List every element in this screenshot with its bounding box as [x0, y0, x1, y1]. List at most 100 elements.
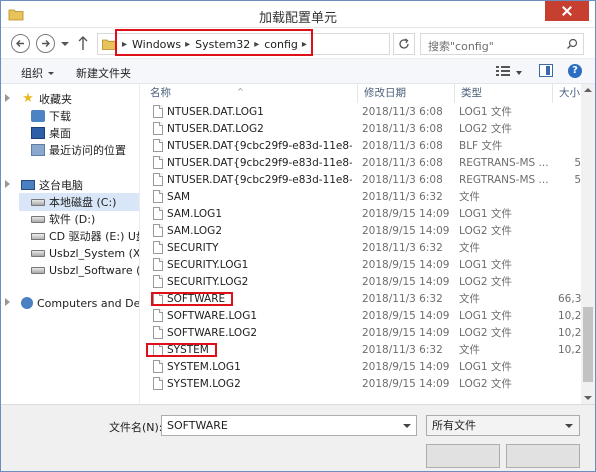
table-row[interactable]: SAM 2018/11/3 6:32 文件	[140, 189, 581, 206]
file-date-cell: 2018/11/3 6:32	[362, 191, 443, 203]
file-date-cell: 2018/11/3 6:08	[362, 140, 443, 152]
column-header-type[interactable]: 类型	[455, 84, 553, 103]
sidebar-item-recent[interactable]: 最近访问的位置	[31, 141, 126, 159]
sidebar-item-drive-y[interactable]: Usbzl_Software (Y:	[31, 261, 139, 279]
view-dropdown-chevron-icon[interactable]	[516, 71, 522, 75]
help-icon[interactable]: ?	[568, 64, 582, 78]
file-name-cell: NTUSER.DAT.LOG2	[167, 123, 264, 135]
table-row[interactable]: SYSTEM.LOG1 2018/9/15 14:09 LOG1 文件	[140, 359, 581, 376]
address-bar[interactable]: ▸ Windows ▸ System32 ▸ config ▸	[97, 33, 484, 55]
file-icon	[153, 343, 163, 356]
file-size-cell: 5	[574, 157, 581, 169]
table-row[interactable]: SYSTEM 2018/11/3 6:32 文件 10,2	[140, 342, 581, 359]
file-type-cell: LOG2 文件	[459, 123, 512, 135]
file-list: ^ 名称 修改日期 类型 大小 NTUSER.DAT.LOG1 2018/11/3…	[140, 84, 581, 404]
file-date-cell: 2018/11/3 6:08	[362, 106, 443, 118]
open-button[interactable]	[426, 444, 500, 468]
breadcrumb-system32[interactable]: System32	[195, 38, 250, 51]
sidebar-item-label: Usbzl_System (X:)	[49, 246, 139, 260]
expand-this-pc-chevron-icon[interactable]	[5, 180, 10, 188]
sidebar-item-drive-d[interactable]: 软件 (D:)	[31, 210, 95, 228]
file-name-cell: NTUSER.DAT{9cbc29f9-e83d-11e8-82...	[167, 140, 352, 152]
sidebar-this-pc[interactable]: 这台电脑	[21, 176, 83, 194]
file-name-cell: SECURITY.LOG2	[167, 276, 249, 288]
chevron-down-icon	[48, 71, 54, 75]
filename-input[interactable]: SOFTWARE	[161, 415, 417, 436]
new-folder-button[interactable]: 新建文件夹	[76, 65, 131, 81]
column-header-size[interactable]: 大小	[553, 84, 581, 103]
table-row[interactable]: SYSTEM.LOG2 2018/9/15 14:09 LOG2 文件	[140, 376, 581, 393]
hard-drive-icon	[31, 215, 45, 223]
sidebar-item-downloads[interactable]: 下载	[31, 107, 71, 125]
search-box[interactable]: 搜索"config"	[420, 33, 584, 55]
table-row[interactable]: NTUSER.DAT.LOG2 2018/11/3 6:08 LOG2 文件	[140, 121, 581, 138]
table-row[interactable]: SAM.LOG2 2018/9/15 14:09 LOG2 文件	[140, 223, 581, 240]
column-header-name[interactable]: ^ 名称	[144, 84, 358, 103]
scroll-up-arrow-icon[interactable]	[584, 88, 592, 92]
table-row[interactable]: SOFTWARE 2018/11/3 6:32 文件 66,3	[140, 291, 581, 308]
forward-button[interactable]	[36, 34, 55, 53]
breadcrumb-separator-icon[interactable]: ▸	[302, 39, 307, 50]
sidebar-favorites[interactable]: ★ 收藏夹	[21, 90, 72, 108]
file-name-cell: SAM.LOG2	[167, 225, 222, 237]
table-row[interactable]: SAM.LOG1 2018/9/15 14:09 LOG1 文件	[140, 206, 581, 223]
view-options-icon[interactable]	[496, 66, 510, 77]
file-date-cell: 2018/9/15 14:09	[362, 327, 450, 339]
table-row[interactable]: SOFTWARE.LOG2 2018/9/15 14:09 LOG2 文件 10,2	[140, 325, 581, 342]
sidebar-item-desktop[interactable]: 桌面	[31, 124, 71, 142]
table-row[interactable]: NTUSER.DAT.LOG1 2018/11/3 6:08 LOG1 文件	[140, 104, 581, 121]
file-icon	[153, 241, 163, 254]
sidebar-item-drive-c[interactable]: 本地磁盘 (C:)	[19, 193, 139, 211]
cancel-button[interactable]	[506, 444, 580, 468]
filename-dropdown-chevron-icon[interactable]	[403, 424, 411, 428]
expand-favorites-chevron-icon[interactable]	[5, 94, 10, 102]
breadcrumb-separator-icon[interactable]: ▸	[254, 39, 259, 50]
file-type-cell: 文件	[459, 293, 480, 305]
file-date-cell: 2018/11/3 6:32	[362, 242, 443, 254]
table-row[interactable]: NTUSER.DAT{9cbc29f9-e83d-11e8-82... 2018/…	[140, 138, 581, 155]
expand-network-chevron-icon[interactable]	[5, 298, 10, 306]
breadcrumb-windows[interactable]: Windows	[132, 38, 181, 51]
table-row[interactable]: NTUSER.DAT{9cbc29f9-e83d-11e8-82... 2018/…	[140, 155, 581, 172]
file-name-cell: SAM.LOG1	[167, 208, 222, 220]
file-size-cell: 66,3	[558, 293, 581, 305]
table-row[interactable]: SECURITY 2018/11/3 6:32 文件	[140, 240, 581, 257]
sidebar-network[interactable]: Computers and Dev	[21, 294, 139, 312]
folder-icon	[102, 39, 116, 50]
file-icon	[153, 224, 163, 237]
sidebar-this-pc-label: 这台电脑	[39, 179, 83, 192]
column-header-date[interactable]: 修改日期	[358, 84, 455, 103]
preview-pane-icon[interactable]	[539, 64, 553, 77]
cd-drive-icon	[31, 232, 45, 240]
back-button[interactable]	[11, 34, 30, 53]
file-type-cell: 文件	[459, 242, 480, 254]
arrow-up-icon[interactable]	[77, 35, 89, 51]
network-icon	[21, 297, 33, 309]
recent-locations-chevron-icon[interactable]	[61, 42, 69, 46]
title-bar: 加载配置单元	[1, 1, 595, 28]
scroll-down-arrow-icon[interactable]	[584, 396, 592, 400]
sidebar-favorites-label: 收藏夹	[39, 93, 72, 106]
search-icon[interactable]	[566, 38, 578, 50]
table-row[interactable]: SECURITY.LOG1 2018/9/15 14:09 LOG1 文件	[140, 257, 581, 274]
breadcrumb-separator-icon[interactable]: ▸	[185, 39, 190, 50]
filetype-value: 所有文件	[432, 419, 476, 432]
organize-button[interactable]: 组织	[21, 65, 54, 81]
file-icon	[153, 292, 163, 305]
file-icon	[153, 309, 163, 322]
download-icon	[31, 110, 45, 122]
file-date-cell: 2018/9/15 14:09	[362, 310, 450, 322]
breadcrumb-config[interactable]: config	[264, 38, 298, 51]
table-row[interactable]: SECURITY.LOG2 2018/9/15 14:09 LOG2 文件	[140, 274, 581, 291]
refresh-button[interactable]	[393, 33, 415, 55]
close-button[interactable]	[545, 1, 589, 21]
sidebar-item-drive-e[interactable]: CD 驱动器 (E:) U盘	[31, 227, 139, 245]
file-type-cell: BLF 文件	[459, 140, 503, 152]
scrollbar-thumb[interactable]	[583, 307, 593, 382]
vertical-scrollbar[interactable]	[581, 84, 595, 404]
sidebar-item-label: 桌面	[49, 127, 71, 140]
table-row[interactable]: NTUSER.DAT{9cbc29f9-e83d-11e8-82... 2018/…	[140, 172, 581, 189]
table-row[interactable]: SOFTWARE.LOG1 2018/9/15 14:09 LOG1 文件 10,2	[140, 308, 581, 325]
sidebar-item-drive-x[interactable]: Usbzl_System (X:)	[31, 244, 139, 262]
filetype-select[interactable]: 所有文件	[426, 415, 580, 436]
